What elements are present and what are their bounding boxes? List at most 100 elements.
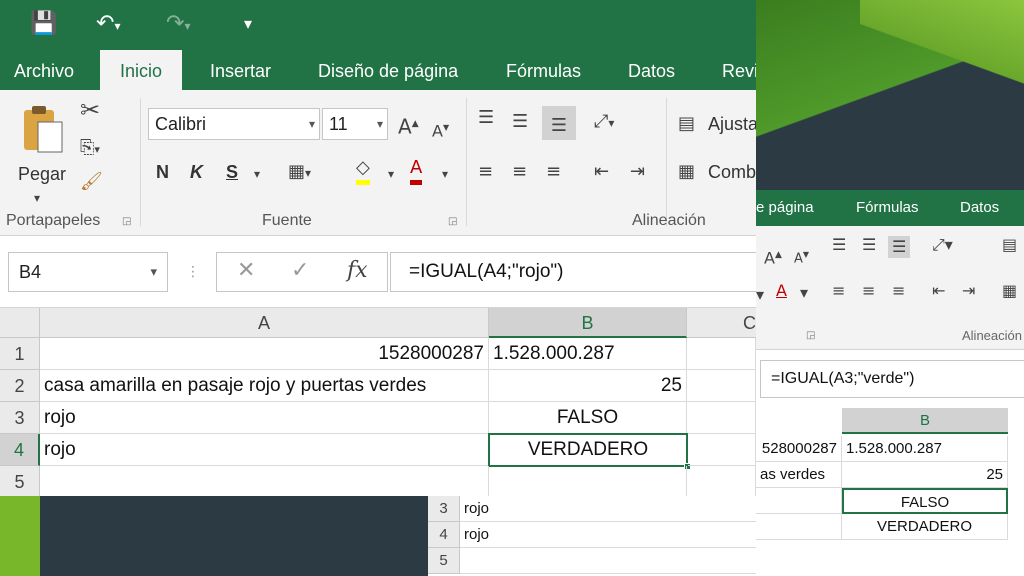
secondary-cell-b1[interactable]: 1.528.000.287 (842, 436, 1008, 462)
tab-diseno-pagina[interactable]: Diseño de página (318, 50, 458, 90)
cell-a1[interactable]: 1528000287 (40, 338, 489, 370)
align-bottom-icon[interactable]: ☰ (542, 106, 576, 140)
font-color-icon[interactable]: A (776, 280, 787, 302)
name-box[interactable]: B4 ▾ (8, 252, 168, 292)
align-center-icon[interactable]: ≡ (862, 280, 875, 302)
cell-b4-active[interactable]: VERDADERO (488, 433, 688, 467)
row-header-2[interactable]: 2 (0, 370, 40, 402)
redo-icon[interactable]: ↷▾ (166, 10, 190, 40)
cell-a5[interactable] (40, 466, 489, 496)
align-middle-icon[interactable]: ☰ (862, 234, 876, 256)
row-header-3[interactable]: 3 (0, 402, 40, 434)
secondary-cell-a2[interactable]: as verdes (756, 462, 842, 488)
orientation-icon[interactable]: ⤢▾ (594, 110, 614, 135)
tab-insertar[interactable]: Insertar (210, 50, 271, 90)
customize-toolbar-icon[interactable]: ▾ (244, 10, 252, 38)
align-top-icon[interactable]: ☰ (478, 106, 494, 130)
paste-button[interactable]: Pegar ▾ (14, 98, 74, 205)
paste-dropdown-icon[interactable]: ▾ (34, 186, 40, 210)
cell-a4[interactable]: rojo (460, 522, 756, 548)
increase-font-icon[interactable]: A▲ (764, 244, 782, 269)
align-top-icon[interactable]: ☰ (832, 234, 846, 256)
increase-indent-icon[interactable]: ⇥ (962, 280, 975, 302)
row-header-4[interactable]: 4 (428, 522, 460, 548)
font-name-select[interactable]: Calibri ▾ (148, 108, 320, 140)
secondary-formula-input[interactable]: =IGUAL(A3;"verde") (760, 360, 1024, 398)
fill-color-dropdown-icon[interactable]: ▾ (388, 162, 394, 186)
merge-icon[interactable]: ▦ (1002, 280, 1017, 302)
font-size-select[interactable]: 11 ▾ (322, 108, 388, 140)
cell-b5[interactable] (489, 466, 687, 496)
save-icon[interactable]: 💾 (30, 10, 57, 38)
font-color-dropdown-icon[interactable]: ▾ (756, 284, 764, 306)
column-header-b[interactable]: B (489, 308, 687, 338)
cell-b2[interactable]: 25 (489, 370, 687, 402)
formula-input[interactable]: =IGUAL(A4;"rojo") (390, 252, 756, 292)
cancel-icon[interactable]: ✕ (237, 253, 255, 289)
decrease-font-size-icon[interactable]: A▼ (432, 116, 449, 143)
secondary-cell-b2[interactable]: 25 (842, 462, 1008, 488)
font-dialog-launcher-icon[interactable]: ◲ (448, 216, 457, 227)
increase-font-size-icon[interactable]: A▲ (398, 112, 419, 139)
underline-button[interactable]: S (226, 162, 238, 183)
cell-a5[interactable] (460, 548, 756, 574)
align-right-icon[interactable]: ≡ (546, 160, 561, 184)
bold-button[interactable]: N (156, 162, 169, 183)
tab-revisar[interactable]: Revi (722, 50, 756, 90)
cell-c3[interactable] (687, 402, 756, 434)
underline-dropdown-icon[interactable]: ▾ (254, 162, 260, 186)
tab-datos[interactable]: Datos (628, 50, 675, 90)
align-middle-icon[interactable]: ☰ (512, 110, 528, 134)
decrease-indent-icon[interactable]: ⇤ (932, 280, 945, 302)
align-left-icon[interactable]: ≡ (832, 280, 845, 302)
cell-b1[interactable]: 1.528.000.287 (489, 338, 687, 370)
orientation-icon[interactable]: ⤢▾ (932, 234, 953, 256)
cell-c4[interactable] (688, 434, 756, 466)
copy-icon[interactable]: ⎘▾ (80, 136, 100, 162)
secondary-cell-b3-active[interactable]: FALSO (842, 488, 1008, 514)
font-color-icon[interactable]: A (410, 156, 423, 185)
font-dialog-launcher-icon[interactable]: ◲ (806, 330, 815, 341)
wrap-text-icon[interactable]: ▤ (1002, 234, 1017, 256)
cell-a3[interactable]: rojo (460, 496, 756, 522)
column-header-c[interactable]: C (687, 308, 756, 338)
italic-button[interactable]: K (190, 162, 203, 183)
cell-a2[interactable]: casa amarilla en pasaje rojo y puertas v… (40, 370, 489, 402)
font-color-dropdown-icon[interactable]: ▾ (442, 162, 448, 186)
secondary-cell-a1[interactable]: 528000287 (756, 436, 842, 462)
cell-a4[interactable]: rojo (40, 434, 489, 466)
cell-c5[interactable] (687, 466, 756, 496)
secondary-cell-b4[interactable]: VERDADERO (842, 514, 1008, 540)
tab-inicio[interactable]: Inicio (100, 50, 183, 90)
fill-color-icon[interactable]: ◇ (356, 156, 370, 185)
select-all-corner[interactable] (0, 308, 40, 338)
decrease-indent-icon[interactable]: ⇤ (594, 160, 609, 184)
align-right-icon[interactable]: ≡ (892, 280, 905, 302)
font-color-arrow-icon[interactable]: ▾ (800, 282, 808, 304)
tab-formulas[interactable]: Fórmulas (856, 190, 919, 226)
increase-indent-icon[interactable]: ⇥ (630, 160, 645, 184)
secondary-cell-a3[interactable] (756, 488, 842, 514)
align-left-icon[interactable]: ≡ (478, 160, 493, 184)
undo-icon[interactable]: ↶▾ (96, 10, 120, 40)
cell-c2[interactable] (687, 370, 756, 402)
align-bottom-icon[interactable]: ☰ (888, 236, 911, 258)
column-header-a[interactable]: A (40, 308, 489, 338)
clipboard-dialog-launcher-icon[interactable]: ◲ (122, 216, 131, 227)
align-center-icon[interactable]: ≡ (512, 160, 527, 184)
tab-formulas[interactable]: Fórmulas (506, 50, 581, 90)
tab-archivo[interactable]: Archivo (14, 50, 74, 90)
row-header-4[interactable]: 4 (0, 434, 40, 466)
cell-b3[interactable]: FALSO (489, 402, 687, 434)
secondary-column-header-b[interactable]: B (842, 408, 1008, 434)
row-header-3[interactable]: 3 (428, 496, 460, 522)
insert-function-icon[interactable]: fx (347, 253, 368, 289)
secondary-cell-a4[interactable] (756, 514, 842, 540)
row-header-1[interactable]: 1 (0, 338, 40, 370)
borders-icon[interactable]: ▦▾ (288, 160, 311, 185)
cut-icon[interactable]: ✂ (80, 98, 100, 122)
enter-icon[interactable]: ✓ (291, 253, 309, 289)
cell-c1[interactable] (687, 338, 756, 370)
tab-datos[interactable]: Datos (960, 190, 999, 226)
row-header-5[interactable]: 5 (428, 548, 460, 574)
